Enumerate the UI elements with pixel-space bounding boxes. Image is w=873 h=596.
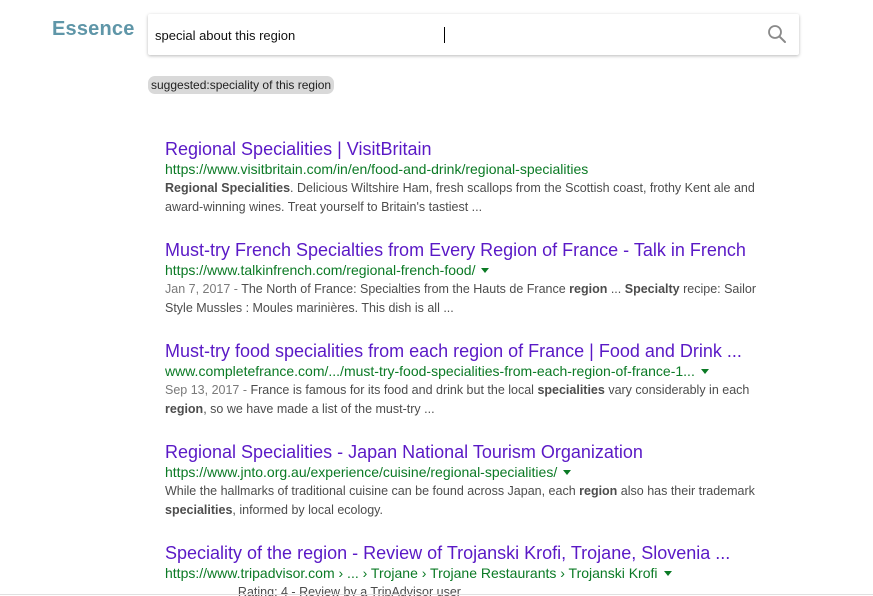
chevron-down-icon[interactable] xyxy=(481,268,490,273)
result-item: Must-try food specialities from each reg… xyxy=(165,340,765,419)
result-snippet: Jan 7, 2017 - The North of France: Speci… xyxy=(165,282,757,315)
result-url: https://www.visitbritain.com/in/en/food-… xyxy=(165,161,589,177)
result-title-link[interactable]: Must-try French Specialties from Every R… xyxy=(165,239,765,261)
result-title-link[interactable]: Must-try food specialities from each reg… xyxy=(165,340,765,362)
search-input[interactable] xyxy=(155,24,745,46)
result-url-line: www.completefrance.com/.../must-try-food… xyxy=(165,362,765,380)
brand-logo[interactable]: Essence xyxy=(52,18,135,41)
result-item: Regional Specialities | VisitBritain htt… xyxy=(165,138,765,217)
result-url: https://www.jnto.org.au/experience/cuisi… xyxy=(165,464,558,480)
suggestion-chip[interactable]: suggested:speciality of this region xyxy=(148,76,335,94)
result-url-line: https://www.tripadvisor.com › ... › Troj… xyxy=(165,564,765,582)
text-cursor xyxy=(444,27,445,43)
result-url: https://www.talkinfrench.com/regional-fr… xyxy=(165,262,476,278)
result-title-link[interactable]: Speciality of the region - Review of Tro… xyxy=(165,542,765,564)
chevron-down-icon[interactable] xyxy=(700,369,709,374)
result-title-link[interactable]: Regional Specialities - Japan National T… xyxy=(165,441,765,463)
result-item: Speciality of the region - Review of Tro… xyxy=(165,542,765,596)
result-url-line: https://www.jnto.org.au/experience/cuisi… xyxy=(165,463,765,481)
result-snippet: Regional Specialities. Delicious Wiltshi… xyxy=(165,181,755,214)
result-snippet: Sep 13, 2017 - France is famous for its … xyxy=(165,383,750,416)
search-page: Essence suggested:speciality of this reg… xyxy=(0,0,873,596)
search-icon[interactable] xyxy=(767,24,787,44)
result-url: www.completefrance.com/.../must-try-food… xyxy=(165,363,695,379)
result-url: https://www.tripadvisor.com › ... › Troj… xyxy=(165,565,658,581)
search-box xyxy=(148,14,799,55)
result-title-link[interactable]: Regional Specialities | VisitBritain xyxy=(165,138,765,160)
result-url-line: https://www.visitbritain.com/in/en/food-… xyxy=(165,160,765,178)
result-snippet: While the hallmarks of traditional cuisi… xyxy=(165,484,755,517)
divider xyxy=(0,594,873,595)
result-item: Must-try French Specialties from Every R… xyxy=(165,239,765,318)
chevron-down-icon[interactable] xyxy=(663,571,672,576)
result-item: Regional Specialities - Japan National T… xyxy=(165,441,765,520)
chevron-down-icon[interactable] xyxy=(563,470,572,475)
result-url-line: https://www.talkinfrench.com/regional-fr… xyxy=(165,261,765,279)
